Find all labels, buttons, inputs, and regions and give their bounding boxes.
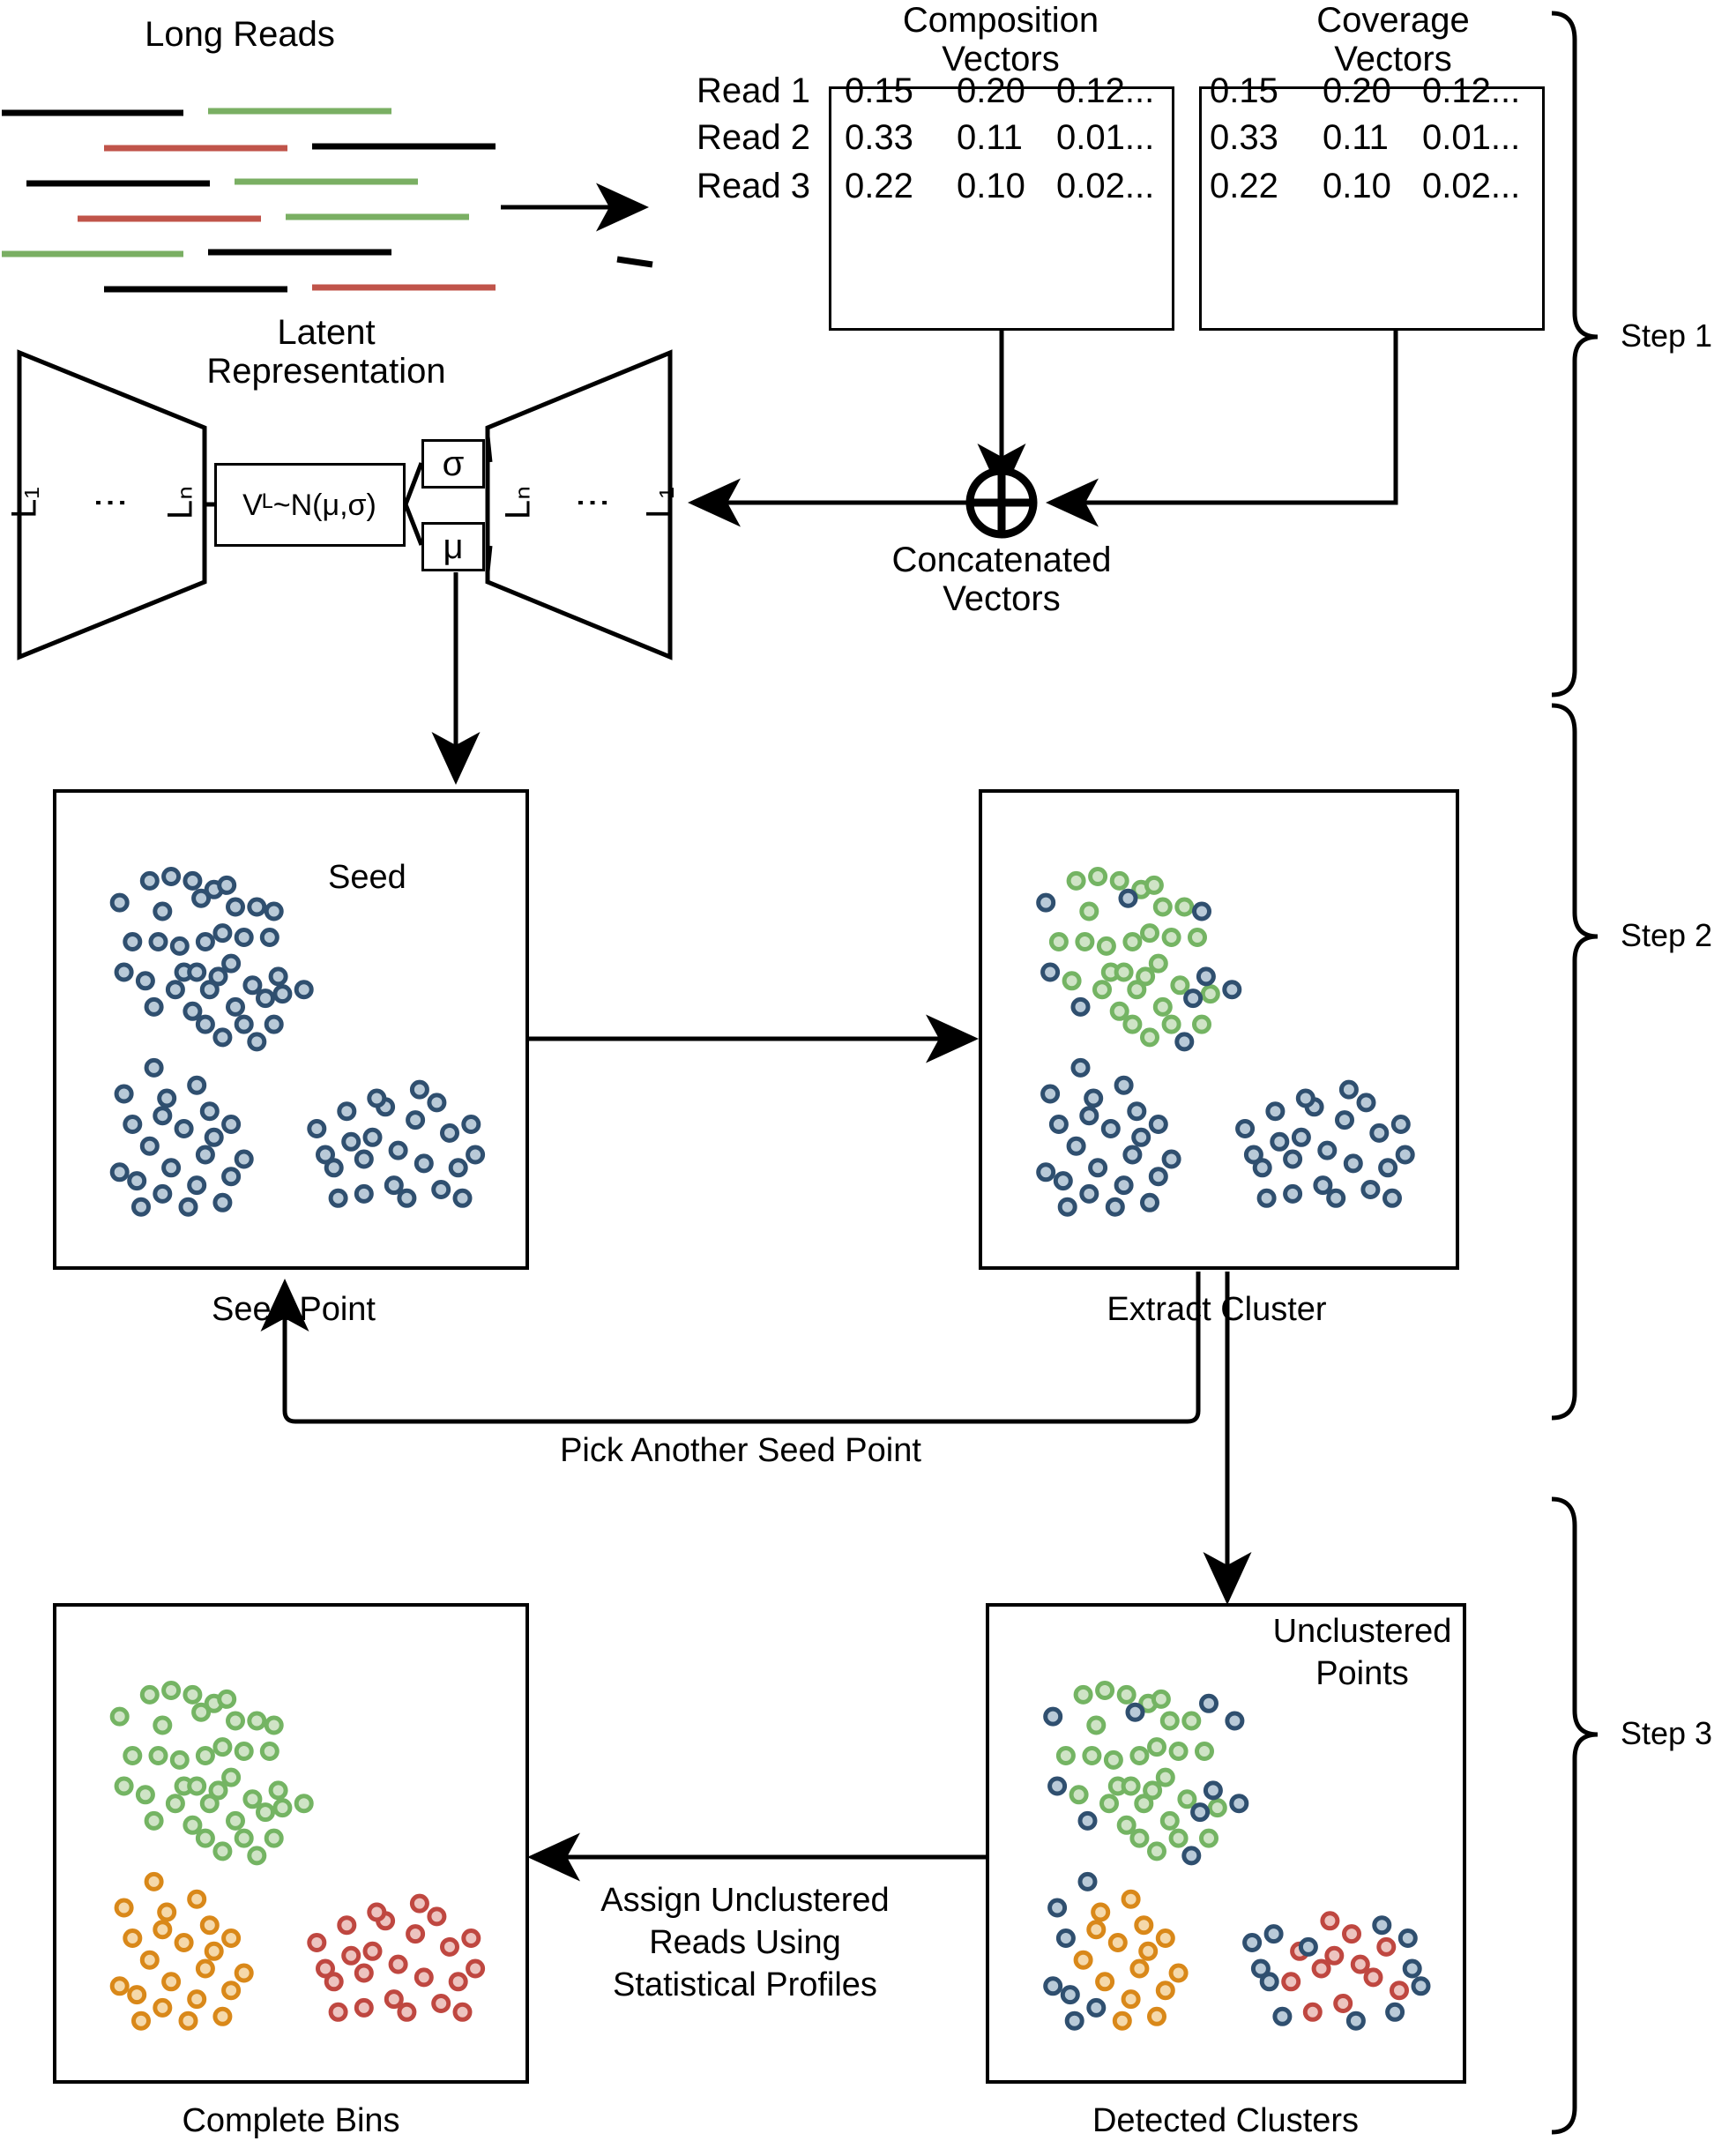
- cov-r3c3: 0.02...: [1422, 168, 1520, 205]
- complete-bins-plot-points: [56, 1607, 533, 2087]
- mu-label: μ: [443, 528, 463, 566]
- read-row-label-2: Read 2: [697, 119, 810, 157]
- extract-cluster-caption: Extract Cluster: [1107, 1292, 1326, 1328]
- step-1-label: Step 1: [1621, 319, 1712, 354]
- latent-formula: Vᴸ~N(μ,σ): [242, 489, 376, 522]
- extract-cluster-plot[interactable]: [979, 789, 1459, 1270]
- step2-bracket: [1552, 705, 1598, 1418]
- cov-r1c1: 0.15: [1210, 72, 1278, 110]
- read-row-label-1: Read 1: [697, 72, 810, 110]
- assign-label-line3: Statistical Profiles: [613, 1967, 877, 2003]
- decoder-layer-last-label: L₁: [640, 487, 678, 518]
- cov-r2c1: 0.33: [1210, 119, 1278, 157]
- unclustered-points-label-line2: Points: [1315, 1656, 1409, 1692]
- complete-bins-caption: Complete Bins: [182, 2103, 399, 2139]
- assign-label-line1: Assign Unclustered: [600, 1883, 889, 1919]
- encoder-layer-last-label: Lₙ: [161, 486, 199, 519]
- step3-bracket: [1552, 1499, 1598, 2132]
- pick-another-seed-label: Pick Another Seed Point: [560, 1433, 921, 1469]
- latent-representation-title-line2: Representation: [206, 353, 445, 391]
- seed-point-plot[interactable]: [53, 789, 529, 1270]
- figure-canvas: Long Reads Composition Vectors Coverage …: [0, 0, 1729, 2156]
- comp-r3c1: 0.22: [845, 168, 913, 205]
- sigma-label: σ: [443, 445, 465, 483]
- comp-r2c3: 0.01...: [1056, 119, 1154, 157]
- cov-r2c3: 0.01...: [1422, 119, 1520, 157]
- latent-representation-title-line1: Latent: [277, 314, 375, 352]
- composition-vectors-title-line1: Composition: [903, 2, 1099, 40]
- seed-label: Seed: [328, 860, 406, 896]
- comp-r1c2: 0.20: [957, 72, 1025, 110]
- complete-bins-plot[interactable]: [53, 1603, 529, 2084]
- comp-r3c3: 0.02...: [1056, 168, 1154, 205]
- decoder-layer-first-label: Lₙ: [499, 486, 537, 519]
- unclustered-points-label-line1: Unclustered: [1273, 1614, 1452, 1650]
- long-reads-segments: [2, 111, 652, 289]
- cov-r1c2: 0.20: [1323, 72, 1391, 110]
- step-2-label: Step 2: [1621, 919, 1712, 953]
- encoder-layer-dots: ⋮: [91, 485, 129, 520]
- seed-point-caption: Seed Point: [212, 1292, 376, 1328]
- coverage-to-concat-arrow: [1055, 331, 1396, 503]
- cov-r3c1: 0.22: [1210, 168, 1278, 205]
- long-reads-title: Long Reads: [145, 16, 335, 54]
- step-3-label: Step 3: [1621, 1717, 1712, 1751]
- comp-r1c3: 0.12...: [1056, 72, 1154, 110]
- concatenated-vectors-label-line1: Concatenated: [891, 541, 1111, 579]
- pick-another-seed-loop-arrow: [285, 1272, 1198, 1421]
- read-row-label-3: Read 3: [697, 168, 810, 205]
- comp-r2c1: 0.33: [845, 119, 913, 157]
- assign-label-line2: Reads Using: [649, 1925, 841, 1961]
- seed-point-plot-points: [56, 793, 533, 1273]
- comp-r2c2: 0.11: [957, 119, 1023, 157]
- encoder-layer-first-label: L₁: [5, 487, 43, 518]
- step1-bracket: [1552, 13, 1598, 695]
- circled-plus-icon: [970, 471, 1033, 534]
- cov-r2c2: 0.11: [1323, 119, 1389, 157]
- extract-cluster-plot-points: [982, 793, 1463, 1273]
- concatenated-vectors-label-line2: Vectors: [943, 580, 1060, 618]
- coverage-vectors-title-line1: Coverage: [1316, 2, 1469, 40]
- detected-clusters-caption: Detected Clusters: [1092, 2103, 1359, 2139]
- decoder-layer-dots: ⋮: [573, 485, 611, 520]
- comp-r1c1: 0.15: [845, 72, 913, 110]
- cov-r3c2: 0.10: [1323, 168, 1391, 205]
- comp-r3c2: 0.10: [957, 168, 1025, 205]
- cov-r1c3: 0.12...: [1422, 72, 1520, 110]
